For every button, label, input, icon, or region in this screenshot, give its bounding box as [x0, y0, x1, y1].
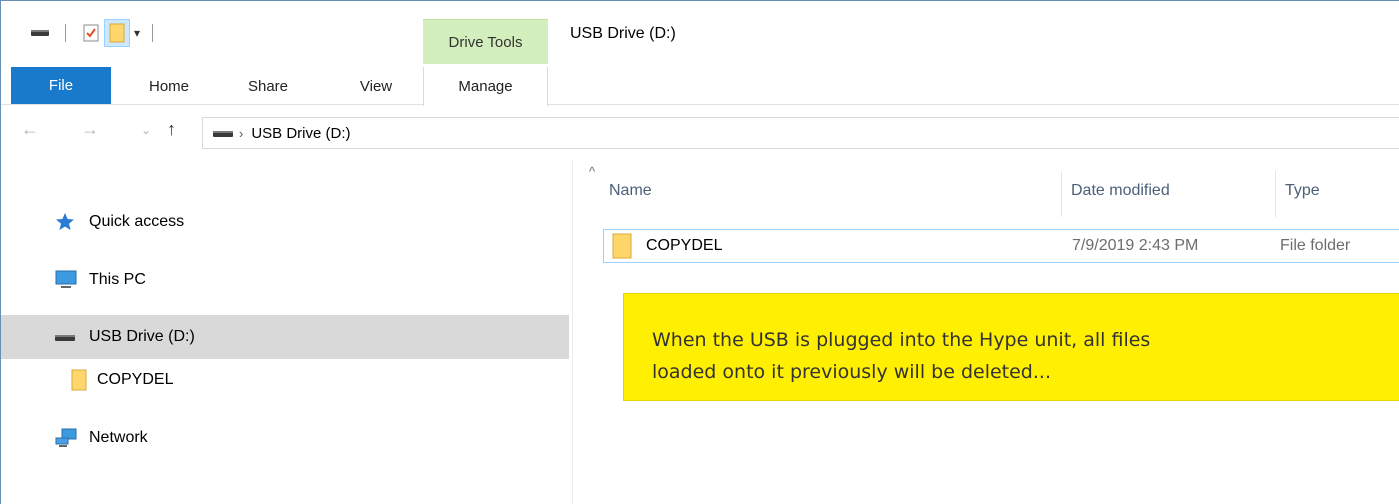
nav-item-this-pc[interactable]: This PC: [1, 259, 569, 301]
breadcrumb-usb-drive[interactable]: USB Drive (D:): [251, 125, 350, 142]
tab-view[interactable]: View: [336, 67, 416, 105]
tab-share[interactable]: Share: [233, 67, 303, 105]
sort-ascending-icon: ^: [589, 164, 596, 179]
nav-item-label: Network: [89, 429, 148, 446]
column-header-type[interactable]: Type: [1285, 161, 1395, 221]
nav-item-label: COPYDEL: [97, 371, 174, 388]
usb-drive-icon: [213, 128, 233, 138]
address-bar[interactable]: › USB Drive (D:): [202, 117, 1399, 149]
title-bar: ▾ Drive Tools USB Drive (D:): [1, 1, 1399, 67]
folder-icon: [612, 230, 632, 262]
file-name: COPYDEL: [646, 237, 723, 254]
star-icon: [55, 212, 89, 232]
callout-line-1: When the USB is plugged into the Hype un…: [652, 329, 1151, 351]
nav-item-copydel[interactable]: COPYDEL: [1, 359, 569, 401]
nav-item-usb-drive[interactable]: USB Drive (D:): [1, 315, 569, 359]
column-divider[interactable]: [1275, 171, 1276, 217]
explorer-window: ▾ Drive Tools USB Drive (D:) File Home S…: [0, 0, 1399, 504]
computer-icon: [55, 270, 89, 290]
network-icon: [55, 428, 89, 448]
file-date-modified: 7/9/2019 2:43 PM: [1072, 237, 1199, 254]
tab-home[interactable]: Home: [133, 67, 205, 105]
up-arrow-icon[interactable]: ↑: [167, 119, 176, 140]
column-divider[interactable]: [1061, 171, 1062, 217]
nav-item-quick-access[interactable]: Quick access: [1, 201, 569, 243]
recent-locations-icon[interactable]: ⌄: [141, 123, 151, 137]
nav-item-label: USB Drive (D:): [89, 328, 195, 345]
quick-access-toolbar: ▾: [27, 19, 165, 47]
drive-icon[interactable]: [27, 19, 53, 47]
nav-item-label: Quick access: [89, 213, 185, 230]
tab-file[interactable]: File: [11, 67, 111, 104]
column-header-name[interactable]: Name: [609, 161, 1059, 221]
navigation-pane: Quick access This PC USB Drive (D:) COPY…: [1, 161, 569, 504]
chevron-right-icon[interactable]: ›: [239, 126, 243, 141]
drive-tools-label: Drive Tools: [423, 19, 548, 64]
column-header-date-modified[interactable]: Date modified: [1071, 161, 1251, 221]
nav-item-network[interactable]: Network: [1, 417, 569, 459]
properties-icon[interactable]: [78, 19, 104, 47]
usb-drive-icon: [55, 332, 89, 342]
new-folder-icon[interactable]: [104, 19, 130, 47]
toolbar-divider: [65, 24, 66, 42]
back-arrow-icon[interactable]: ←: [21, 119, 39, 140]
ribbon-tabs: File Home Share View Manage: [1, 67, 1399, 106]
forward-arrow-icon[interactable]: →: [81, 119, 99, 140]
toolbar-divider: [152, 24, 154, 42]
tab-manage[interactable]: Manage: [423, 67, 548, 106]
nav-item-label: This PC: [89, 271, 146, 288]
customize-toolbar-icon[interactable]: ▾: [134, 26, 140, 40]
navigation-bar: ← → ⌄ ↑ › USB Drive (D:): [1, 109, 1399, 155]
callout-line-2: loaded onto it previously will be delete…: [652, 361, 1051, 383]
folder-icon: [71, 369, 97, 391]
window-title: USB Drive (D:): [570, 25, 676, 42]
table-row[interactable]: COPYDEL 7/9/2019 2:43 PM File folder: [603, 229, 1399, 263]
annotation-callout: When the USB is plugged into the Hype un…: [623, 293, 1399, 401]
file-type: File folder: [1280, 237, 1351, 254]
